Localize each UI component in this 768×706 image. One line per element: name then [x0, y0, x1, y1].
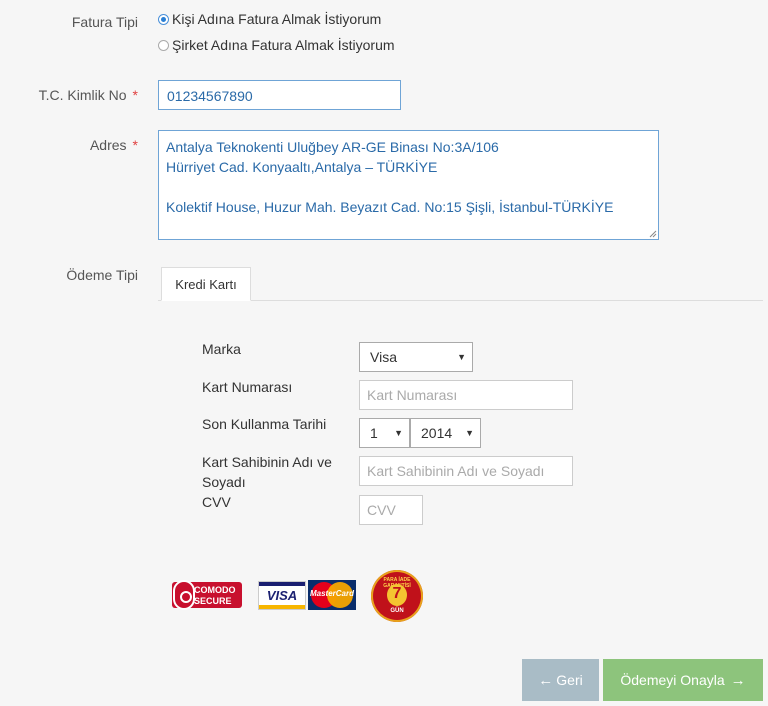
visa-logo: VISA [258, 581, 306, 610]
tab-credit-card[interactable]: Kredi Kartı [161, 267, 251, 301]
address-line: Hürriyet Cad. Konyaaltı,Antalya – TÜRKİY… [166, 159, 438, 175]
confirm-payment-button[interactable]: Ödemeyi Onayla → [603, 659, 763, 701]
cvv-label: CVV [202, 494, 231, 510]
visa-text: VISA [266, 588, 298, 603]
address-line: Antalya Teknokenti Uluğbey AR-GE Binası … [166, 139, 499, 155]
radio-unselected-icon[interactable] [158, 39, 169, 51]
address-line [166, 177, 658, 197]
address-label-text: Adres [89, 137, 127, 153]
invoice-option-company-label: Şirket Adına Fatura Almak İstiyorum [172, 37, 395, 53]
chevron-down-icon: ▼ [457, 352, 466, 362]
holder-input[interactable]: Kart Sahibinin Adı ve Soyadı [359, 456, 573, 486]
address-line: Kolektif House, Huzur Mah. Beyazıt Cad. … [166, 199, 614, 215]
brand-select-value: Visa [370, 349, 397, 365]
address-textarea[interactable]: Antalya Teknokenti Uluğbey AR-GE Binası … [158, 130, 659, 240]
arrow-left-icon: ← [538, 671, 554, 689]
expiry-label: Son Kullanma Tarihi [202, 416, 327, 432]
comodo-secure-badge: COMODO SECURE [172, 580, 242, 610]
tc-label-text: T.C. Kimlik No [38, 87, 127, 103]
invoice-option-company[interactable]: Şirket Adına Fatura Almak İstiyorum [158, 37, 395, 53]
money-back-guarantee-badge: PARA İADE GARANTİSİ 7 GÜN [371, 570, 423, 622]
guarantee-bottom: GÜN [390, 608, 404, 614]
card-number-input[interactable]: Kart Numarası [359, 380, 573, 410]
expiry-month-value: 1 [370, 425, 378, 441]
guarantee-number: 7 [392, 585, 402, 602]
invoice-type-label: Fatura Tipi [71, 14, 138, 30]
chevron-down-icon: ▼ [394, 428, 403, 438]
tc-label: T.C. Kimlik No * [0, 87, 138, 103]
lock-icon [173, 580, 195, 610]
chevron-down-icon: ▼ [465, 428, 474, 438]
invoice-option-person-label: Kişi Adına Fatura Almak İstiyorum [172, 11, 382, 27]
expiry-year-value: 2014 [421, 425, 453, 441]
required-mark: * [132, 137, 138, 153]
confirm-button-label: Ödemeyi Onayla [620, 672, 725, 688]
radio-selected-icon[interactable] [158, 13, 169, 25]
brand-label: Marka [202, 341, 241, 357]
tc-input[interactable]: 01234567890 [158, 80, 401, 110]
mastercard-text: MasterCard [309, 589, 354, 598]
address-label: Adres * [0, 137, 138, 153]
required-mark: * [132, 87, 138, 103]
back-button[interactable]: ← Geri [522, 659, 599, 701]
comodo-bottom: SECURE [194, 596, 232, 606]
expiry-month-select[interactable]: 1 ▼ [359, 418, 410, 448]
brand-select[interactable]: Visa ▼ [359, 342, 473, 372]
invoice-option-person[interactable]: Kişi Adına Fatura Almak İstiyorum [158, 11, 381, 27]
back-button-label: Geri [556, 672, 583, 688]
payment-type-label: Ödeme Tipi [66, 267, 138, 283]
arrow-right-icon: → [730, 671, 746, 689]
resize-handle-icon[interactable] [649, 230, 657, 238]
card-number-label: Kart Numarası [202, 379, 293, 395]
comodo-top: COMODO [194, 585, 236, 595]
mastercard-logo: MasterCard [308, 580, 356, 610]
holder-label: Kart Sahibinin Adı ve Soyadı [202, 454, 332, 490]
expiry-year-select[interactable]: 2014 ▼ [410, 418, 481, 448]
cvv-input[interactable]: CVV [359, 495, 423, 525]
